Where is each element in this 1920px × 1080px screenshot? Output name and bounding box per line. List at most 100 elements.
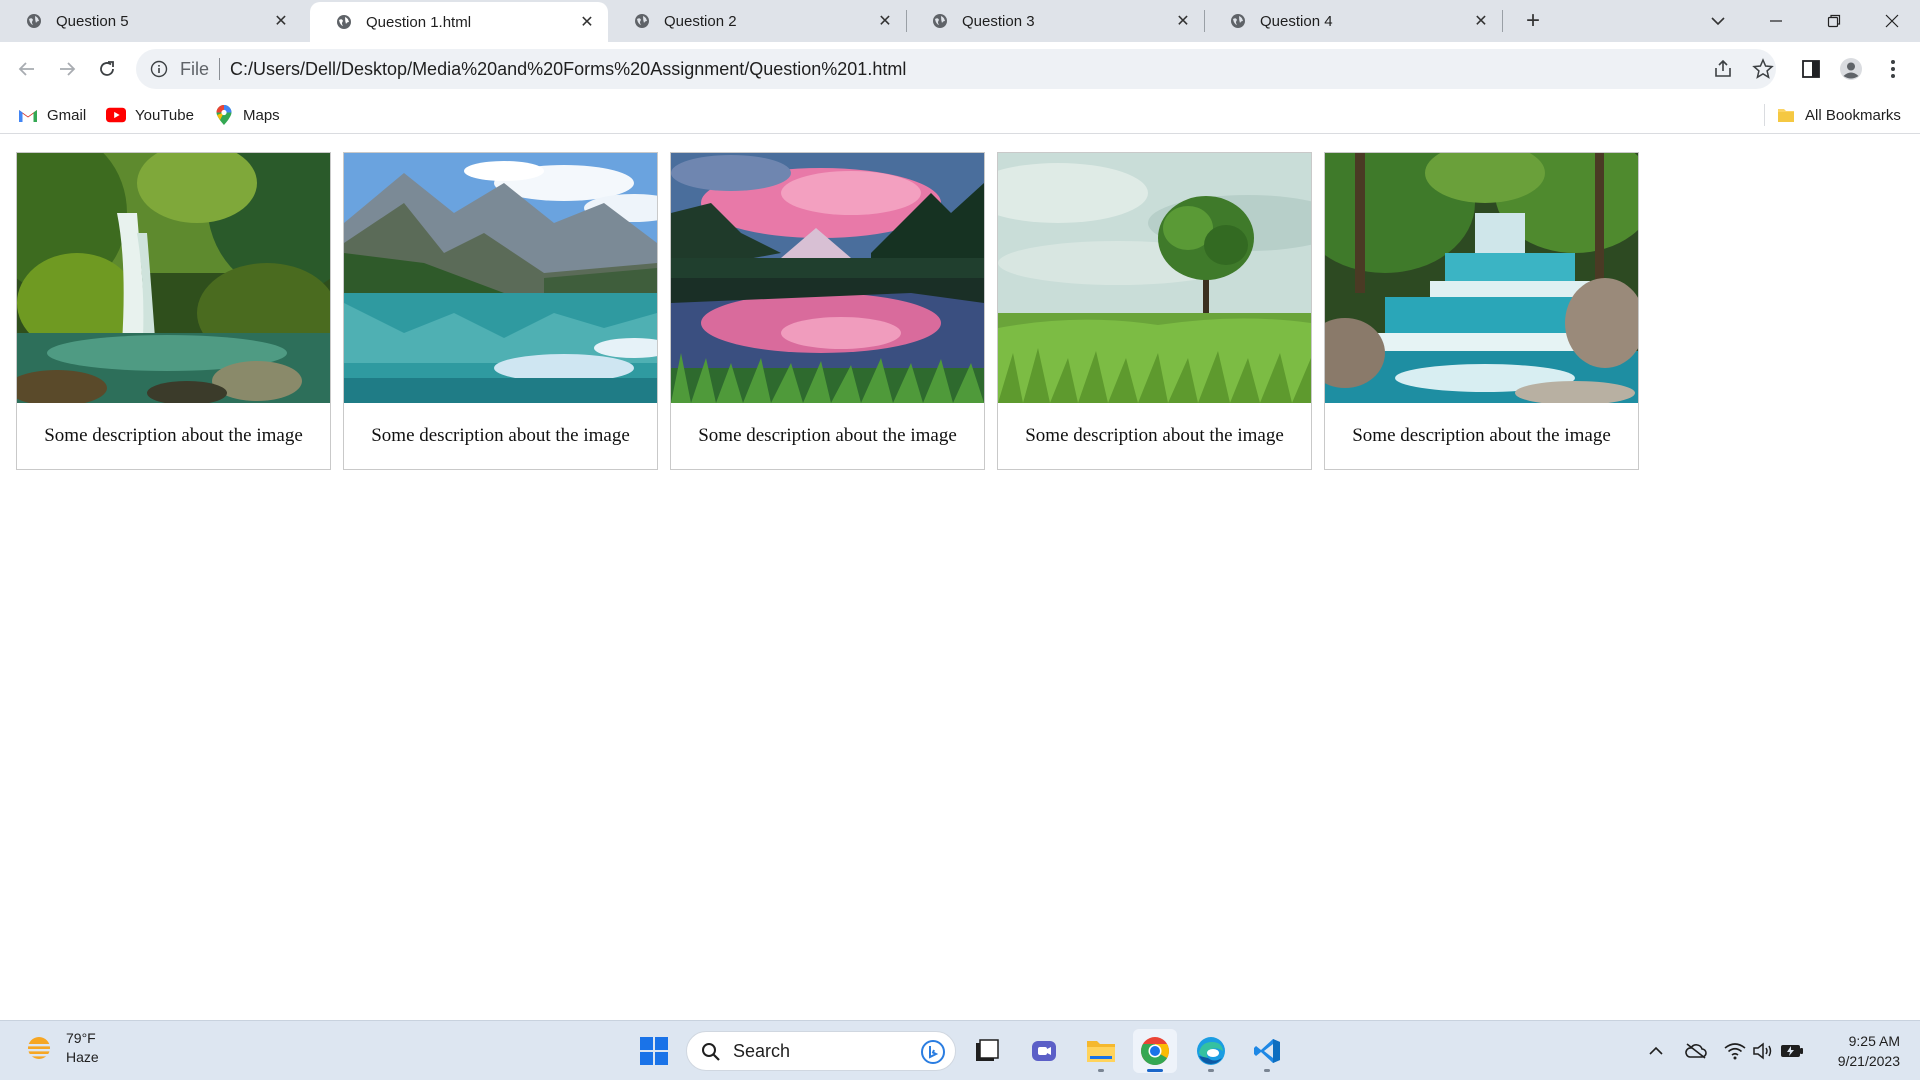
all-bookmarks-label: All Bookmarks — [1805, 106, 1901, 124]
teams-chat-button[interactable] — [1022, 1029, 1066, 1073]
tab-question-1[interactable]: Question 1.html ✕ — [310, 2, 608, 42]
bookmark-label: Gmail — [47, 106, 87, 124]
tab-separator — [1502, 10, 1503, 32]
wifi-tray[interactable] — [1721, 1037, 1749, 1065]
all-bookmarks-button[interactable]: All Bookmarks — [1776, 102, 1901, 128]
url-scheme: File — [180, 58, 210, 79]
close-icon — [1885, 14, 1899, 28]
globe-icon — [27, 14, 41, 28]
wifi-icon — [1724, 1043, 1746, 1060]
weather-condition: Haze — [66, 1049, 99, 1065]
forward-button[interactable] — [52, 54, 82, 84]
taskbar-search[interactable]: Search — [686, 1031, 956, 1071]
minimize-icon — [1770, 20, 1782, 22]
tab-question-4[interactable]: Question 4 ✕ — [1204, 0, 1502, 42]
menu-button[interactable] — [1880, 56, 1906, 82]
bookmarks-bar: Gmail YouTube Maps All Bookmarks — [0, 96, 1920, 134]
arrow-left-icon — [18, 62, 34, 76]
profile-button[interactable] — [1838, 56, 1864, 82]
close-icon[interactable]: ✕ — [1174, 12, 1192, 30]
bookmark-gmail[interactable]: Gmail — [18, 102, 86, 128]
tab-question-3[interactable]: Question 3 ✕ — [906, 0, 1204, 42]
url-text[interactable]: C:/Users/Dell/Desktop/Media%20and%20Form… — [230, 59, 906, 80]
image-gallery: Some description about the image Some de… — [16, 152, 1639, 470]
back-button[interactable] — [12, 54, 42, 84]
close-icon[interactable]: ✕ — [272, 12, 290, 30]
weather-widget[interactable]: 79°F Haze — [24, 1029, 99, 1067]
windows-icon — [640, 1037, 668, 1065]
bookmark-star-button[interactable] — [1750, 56, 1776, 82]
arrow-right-icon — [60, 62, 76, 76]
folder-icon — [1087, 1041, 1115, 1062]
new-tab-button[interactable]: + — [1518, 6, 1548, 36]
restore-button[interactable] — [1806, 0, 1862, 42]
edge-icon — [1197, 1037, 1225, 1065]
close-icon[interactable]: ✕ — [578, 13, 596, 31]
bookmark-label: YouTube — [135, 106, 194, 124]
gallery-card: Some description about the image — [343, 152, 658, 470]
edge-button[interactable] — [1189, 1029, 1233, 1073]
bookmark-youtube[interactable]: YouTube — [106, 102, 194, 128]
close-icon[interactable]: ✕ — [876, 12, 894, 30]
address-bar[interactable]: File C:/Users/Dell/Desktop/Media%20and%2… — [136, 49, 1776, 89]
tab-title: Question 5 — [56, 12, 129, 30]
chrome-icon — [1141, 1037, 1169, 1065]
search-icon — [702, 1043, 720, 1061]
speaker-icon — [1753, 1042, 1772, 1060]
running-indicator — [1264, 1069, 1270, 1072]
star-icon — [1752, 58, 1774, 79]
weather-temp: 79°F — [66, 1030, 96, 1046]
globe-icon — [933, 14, 947, 28]
battery-tray[interactable] — [1778, 1037, 1806, 1065]
running-indicator — [1147, 1069, 1163, 1072]
image-description: Some description about the image — [44, 425, 303, 446]
close-icon[interactable]: ✕ — [1472, 12, 1490, 30]
restore-icon — [1827, 14, 1841, 28]
file-explorer-button[interactable] — [1079, 1029, 1123, 1073]
more-vertical-icon — [1891, 60, 1895, 78]
info-icon[interactable] — [150, 60, 168, 78]
chevron-up-icon — [1649, 1046, 1663, 1055]
gallery-card: Some description about the image — [1324, 152, 1639, 470]
tab-question-5[interactable]: Question 5 ✕ — [0, 0, 302, 42]
image-description: Some description about the image — [1352, 425, 1611, 446]
onedrive-tray[interactable] — [1682, 1037, 1710, 1065]
divider — [219, 58, 221, 80]
close-window-button[interactable] — [1864, 0, 1920, 42]
tab-search-button[interactable] — [1690, 0, 1746, 42]
chat-icon — [1032, 1041, 1056, 1061]
folder-icon — [1776, 105, 1796, 125]
bookmarks-separator — [1764, 104, 1765, 126]
bookmark-label: Maps — [243, 106, 280, 124]
tab-strip: Question 5 ✕ Question 1.html ✕ Question … — [0, 0, 1920, 42]
volume-tray[interactable] — [1749, 1037, 1777, 1065]
side-panel-icon — [1802, 60, 1820, 78]
gallery-image — [671, 153, 984, 403]
tab-question-2[interactable]: Question 2 ✕ — [608, 0, 906, 42]
haze-sun-icon — [27, 1037, 51, 1059]
cloud-off-icon — [1685, 1043, 1707, 1059]
vscode-button[interactable] — [1245, 1029, 1289, 1073]
globe-icon — [337, 15, 351, 29]
share-button[interactable] — [1710, 56, 1736, 82]
start-button[interactable] — [632, 1029, 676, 1073]
gallery-image — [344, 153, 657, 403]
vscode-icon — [1254, 1039, 1280, 1063]
image-description: Some description about the image — [698, 425, 957, 446]
chrome-button[interactable] — [1133, 1029, 1177, 1073]
image-description: Some description about the image — [371, 425, 630, 446]
gallery-card: Some description about the image — [997, 152, 1312, 470]
side-panel-button[interactable] — [1798, 56, 1824, 82]
system-clock[interactable]: 9:25 AM 9/21/2023 — [1808, 1031, 1900, 1071]
gallery-image — [998, 153, 1311, 403]
bookmark-maps[interactable]: Maps — [214, 102, 280, 128]
show-hidden-icons-button[interactable] — [1642, 1037, 1670, 1065]
minimize-button[interactable] — [1748, 0, 1804, 42]
battery-charging-icon — [1781, 1045, 1803, 1057]
clock-time: 9:25 AM — [1848, 1033, 1900, 1049]
bing-icon — [921, 1040, 945, 1064]
reload-button[interactable] — [92, 54, 122, 84]
tab-title: Question 4 — [1260, 12, 1333, 30]
task-view-button[interactable] — [965, 1029, 1009, 1073]
avatar-icon — [1840, 58, 1862, 80]
